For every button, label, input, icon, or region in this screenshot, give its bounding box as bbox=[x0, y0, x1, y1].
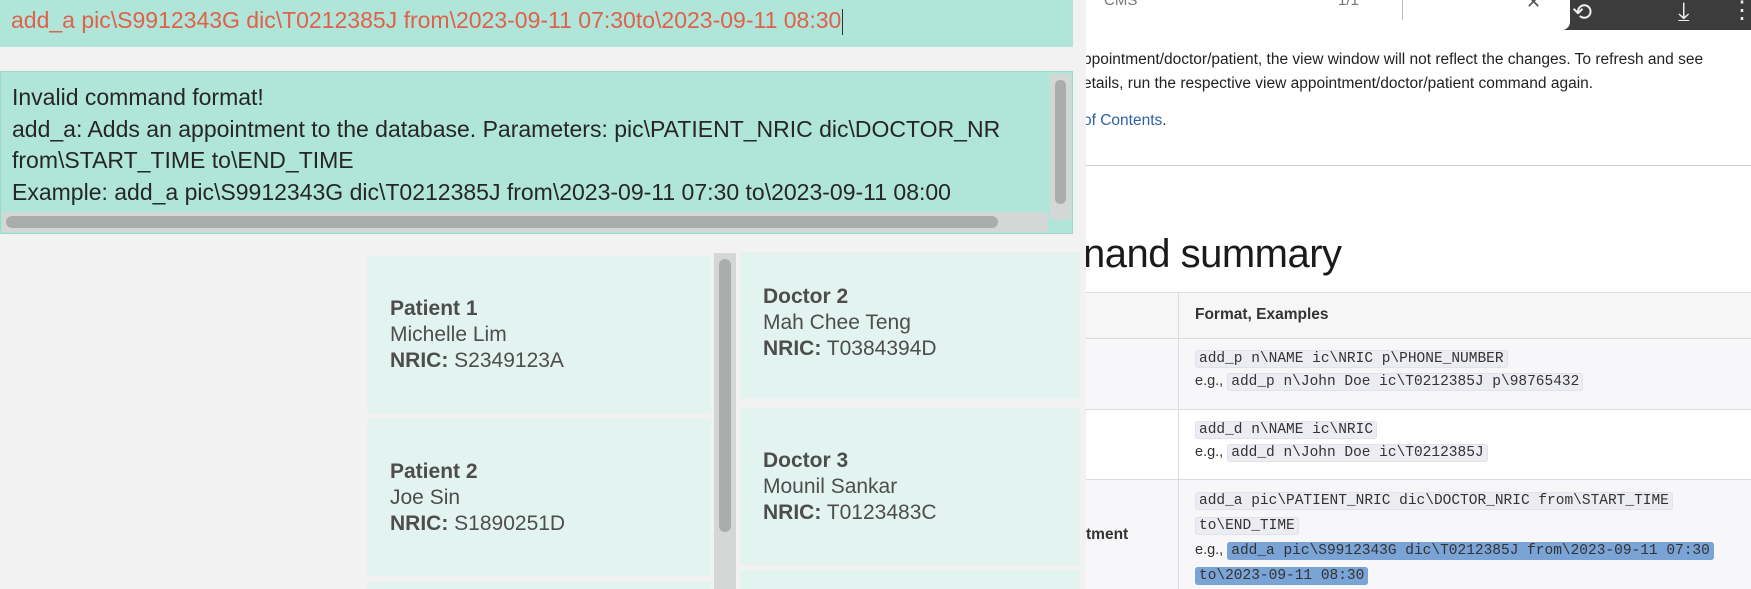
note-line: etails, run the respective view appointm… bbox=[1086, 75, 1594, 92]
table-row: add_d n\NAME ic\NRIC e.g., add_d n\John … bbox=[1086, 409, 1751, 479]
highlighted-example-code: to\2023-09-11 08:30 bbox=[1195, 567, 1369, 585]
result-vertical-scroll-thumb[interactable] bbox=[1055, 80, 1066, 204]
action-label-partial: tment bbox=[1086, 526, 1129, 543]
result-text: Invalid command format! add_a: Adds an a… bbox=[12, 82, 1042, 208]
doctor-card-partial[interactable] bbox=[740, 570, 1080, 589]
doctor-card[interactable]: Doctor 3 Mounil Sankar NRIC: T0123483C bbox=[740, 408, 1080, 565]
eg-prefix: e.g., bbox=[1195, 444, 1224, 460]
toc-back-link-line: of Contents. bbox=[1086, 112, 1167, 130]
browser-window: CMS 1/1 ✕ ⟲ ⤓ ⋮ ppointment/doctor/patien… bbox=[1086, 0, 1751, 589]
eg-prefix: e.g., bbox=[1195, 373, 1224, 389]
toc-period: . bbox=[1162, 112, 1167, 129]
nric-label: NRIC: bbox=[763, 501, 822, 524]
patient-card-partial[interactable] bbox=[367, 582, 711, 589]
command-input[interactable]: add_a pic\S9912343G dic\T0212385J from\2… bbox=[11, 7, 1061, 39]
patient-card[interactable]: Patient 2 Joe Sin NRIC: S1890251D bbox=[367, 419, 711, 576]
example-code: add_p n\John Doe ic\T0212385J p\98765432 bbox=[1227, 373, 1584, 391]
patient-name: Michelle Lim bbox=[390, 323, 507, 346]
find-input[interactable]: CMS bbox=[1104, 0, 1137, 9]
command-box: add_a pic\S9912343G dic\T0212385J from\2… bbox=[0, 0, 1073, 47]
doctor-title: Doctor 3 bbox=[763, 449, 849, 472]
format-code: add_a pic\PATIENT_NRIC dic\DOCTOR_NRIC f… bbox=[1195, 492, 1673, 510]
doctor-nric: T0123483C bbox=[826, 501, 937, 524]
patient-nric: S2349123A bbox=[454, 349, 564, 372]
find-divider bbox=[1402, 0, 1403, 20]
close-icon[interactable]: ✕ bbox=[1526, 0, 1541, 13]
note-line: ppointment/doctor/patient, the view wind… bbox=[1086, 51, 1704, 68]
patient-title: Patient 1 bbox=[390, 297, 478, 320]
result-display: Invalid command format! add_a: Adds an a… bbox=[0, 71, 1073, 234]
format-cell: add_d n\NAME ic\NRIC e.g., add_d n\John … bbox=[1180, 410, 1751, 479]
result-line: Invalid command format! bbox=[12, 84, 264, 110]
find-match-count: 1/1 bbox=[1338, 0, 1359, 9]
doctor-nric: T0384394D bbox=[826, 337, 937, 360]
action-cell: tment bbox=[1086, 480, 1179, 589]
table-of-contents-link[interactable]: of Contents bbox=[1086, 112, 1162, 129]
action-cell: : bbox=[1086, 339, 1179, 409]
result-line: add_a: Adds an appointment to the databa… bbox=[12, 115, 1001, 142]
download-icon[interactable]: ⤓ bbox=[1678, 0, 1690, 28]
format-cell: add_a pic\PATIENT_NRIC dic\DOCTOR_NRIC f… bbox=[1180, 480, 1751, 589]
result-horizontal-scroll-thumb[interactable] bbox=[6, 216, 998, 228]
eg-prefix: e.g., bbox=[1195, 542, 1224, 558]
doctor-card[interactable]: Doctor 2 Mah Chee Teng NRIC: T0384394D bbox=[740, 252, 1080, 399]
result-line: Example: add_a pic\S9912343G dic\T021238… bbox=[12, 178, 951, 205]
patient-name: Joe Sin bbox=[390, 486, 461, 509]
result-vertical-scrollbar[interactable] bbox=[1050, 74, 1071, 220]
command-input-text: add_a pic\S9912343G dic\T0212385J from\2… bbox=[11, 7, 842, 33]
history-icon[interactable]: ⟲ bbox=[1572, 0, 1592, 27]
clinic-app-window: add_a pic\S9912343G dic\T0212385J from\2… bbox=[0, 0, 1086, 589]
format-code: add_p n\NAME ic\NRIC p\PHONE_NUMBER bbox=[1195, 350, 1508, 368]
nric-label: NRIC: bbox=[390, 349, 449, 372]
patient-list-scrollbar[interactable] bbox=[714, 253, 736, 589]
doctor-title: Doctor 2 bbox=[763, 285, 849, 308]
doctor-name: Mah Chee Teng bbox=[763, 311, 911, 334]
patient-card[interactable]: Patient 1 Michelle Lim NRIC: S2349123A bbox=[367, 256, 711, 413]
action-label-partial: : bbox=[1086, 361, 1087, 379]
section-divider bbox=[1086, 165, 1751, 166]
action-header-cell bbox=[1086, 293, 1179, 338]
command-summary-heading: nand summary bbox=[1086, 232, 1342, 276]
patient-list-scroll-thumb[interactable] bbox=[719, 259, 731, 532]
action-cell bbox=[1086, 410, 1179, 479]
nric-label: NRIC: bbox=[390, 512, 449, 535]
result-horizontal-scrollbar[interactable] bbox=[2, 212, 1048, 232]
view-window-note: ppointment/doctor/patient, the view wind… bbox=[1086, 48, 1751, 96]
format-code: to\END_TIME bbox=[1195, 517, 1299, 535]
browser-toolbar: CMS 1/1 ✕ ⟲ ⤓ ⋮ bbox=[1086, 0, 1751, 30]
table-row: tment add_a pic\PATIENT_NRIC dic\DOCTOR_… bbox=[1086, 479, 1751, 589]
format-header-cell: Format, Examples bbox=[1195, 306, 1329, 323]
table-header-row: Format, Examples bbox=[1086, 292, 1751, 338]
nric-label: NRIC: bbox=[763, 337, 822, 360]
example-code: add_d n\John Doe ic\T0212385J bbox=[1227, 444, 1488, 462]
result-line: from\START_TIME to\END_TIME bbox=[12, 147, 354, 173]
patient-title: Patient 2 bbox=[390, 460, 478, 483]
find-bar[interactable]: CMS 1/1 ✕ bbox=[1086, 0, 1570, 30]
text-caret bbox=[842, 8, 844, 35]
format-code: add_d n\NAME ic\NRIC bbox=[1195, 421, 1378, 439]
more-icon[interactable]: ⋮ bbox=[1730, 0, 1751, 25]
doctor-name: Mounil Sankar bbox=[763, 475, 898, 498]
highlighted-example-code: add_a pic\S9912343G dic\T0212385J from\2… bbox=[1227, 542, 1714, 560]
patient-nric: S1890251D bbox=[454, 512, 566, 535]
format-cell: add_p n\NAME ic\NRIC p\PHONE_NUMBER e.g.… bbox=[1180, 339, 1751, 409]
table-row: : add_p n\NAME ic\NRIC p\PHONE_NUMBER e.… bbox=[1086, 338, 1751, 409]
